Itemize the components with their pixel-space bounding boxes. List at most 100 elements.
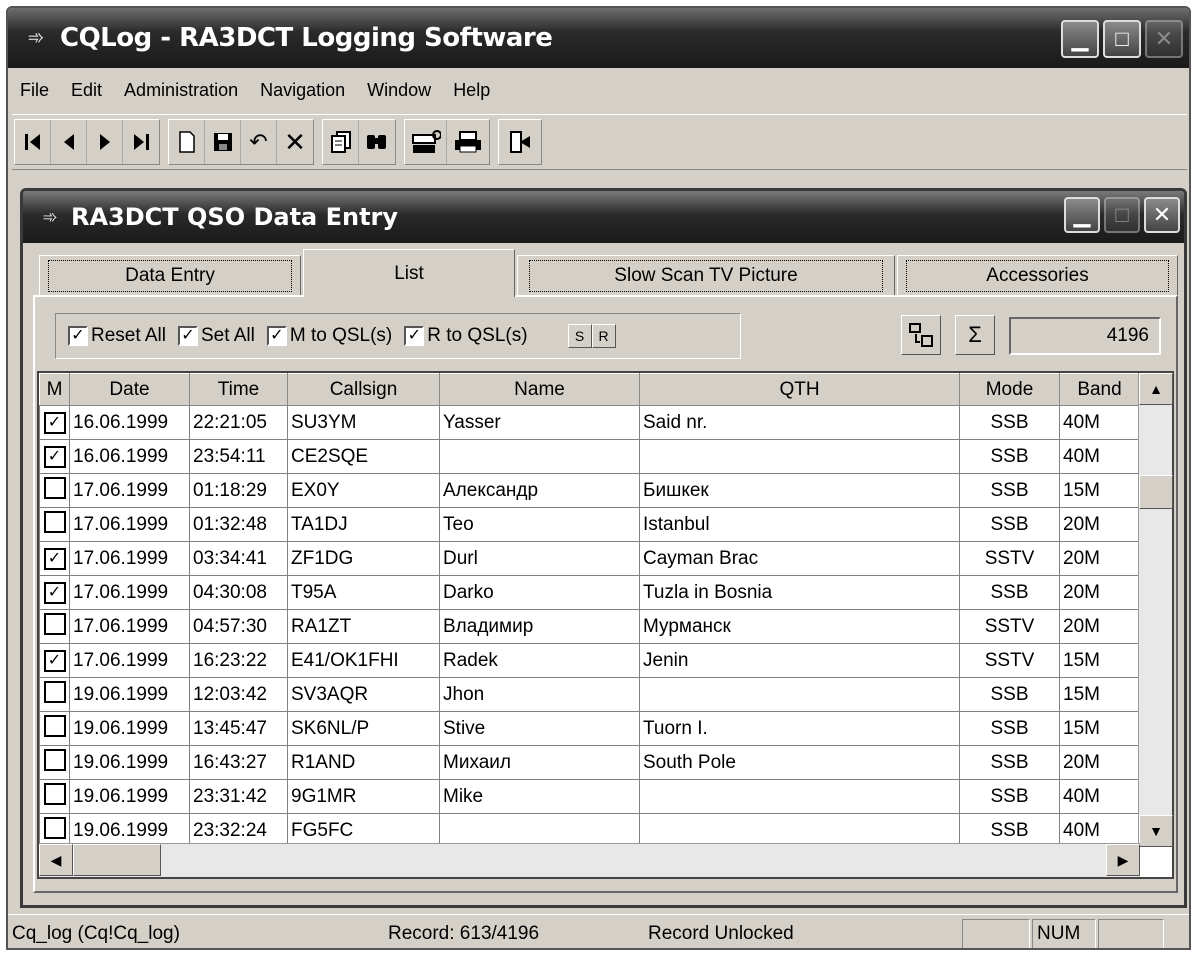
cell-qth[interactable]: Tuorn I. bbox=[639, 711, 960, 746]
r-to-qsl-checkbox[interactable]: ✓ R to QSL(s) bbox=[404, 325, 528, 347]
column-header[interactable]: Mode bbox=[959, 373, 1060, 406]
menu-help[interactable]: Help bbox=[442, 80, 501, 101]
cell-time[interactable]: 16:23:22 bbox=[189, 643, 288, 678]
table-row[interactable]: 19.06.1999 23:31:42 9G1MR Mike SSB 40M bbox=[39, 779, 1140, 814]
tab-list[interactable]: List bbox=[303, 249, 515, 297]
cell-band[interactable]: 20M bbox=[1059, 609, 1140, 644]
r-button[interactable]: R bbox=[591, 324, 616, 348]
cell-band[interactable]: 15M bbox=[1059, 473, 1140, 508]
cell-mode[interactable]: SSB bbox=[959, 507, 1060, 542]
cell-callsign[interactable]: CE2SQE bbox=[287, 439, 440, 474]
cell-band[interactable]: 15M bbox=[1059, 643, 1140, 678]
table-row[interactable]: 19.06.1999 12:03:42 SV3AQR Jhon SSB 15M bbox=[39, 677, 1140, 712]
scroll-right-icon[interactable]: ▶ bbox=[1106, 844, 1140, 876]
child-close-button[interactable]: ✕ bbox=[1144, 197, 1180, 233]
cell-qth[interactable] bbox=[639, 677, 960, 712]
next-record-icon[interactable] bbox=[87, 120, 123, 164]
tools-icon[interactable] bbox=[405, 120, 447, 164]
cell-time[interactable]: 01:32:48 bbox=[189, 507, 288, 542]
cell-band[interactable]: 20M bbox=[1059, 541, 1140, 576]
cell-name[interactable]: Jhon bbox=[439, 677, 640, 712]
cell-time[interactable]: 04:30:08 bbox=[189, 575, 288, 610]
tab-slow-scan-tv[interactable]: Slow Scan TV Picture bbox=[517, 255, 895, 295]
cell-date[interactable]: 17.06.1999 bbox=[69, 575, 190, 610]
cell-name[interactable]: Михаил bbox=[439, 745, 640, 780]
cell-name[interactable]: Durl bbox=[439, 541, 640, 576]
table-row[interactable]: ✓ 16.06.1999 23:54:11 CE2SQE SSB 40M bbox=[39, 439, 1140, 474]
set-all-checkbox[interactable]: ✓ Set All bbox=[177, 325, 255, 347]
cell-name[interactable]: Yasser bbox=[439, 405, 640, 440]
cell-name[interactable]: Teo bbox=[439, 507, 640, 542]
row-mark-checkbox[interactable] bbox=[39, 779, 70, 814]
cell-date[interactable]: 19.06.1999 bbox=[69, 745, 190, 780]
row-mark-checkbox[interactable] bbox=[39, 677, 70, 712]
cell-qth[interactable]: Cayman Brac bbox=[639, 541, 960, 576]
horizontal-scroll-thumb[interactable] bbox=[73, 844, 161, 876]
child-maximize-button[interactable]: □ bbox=[1104, 197, 1140, 233]
cell-date[interactable]: 19.06.1999 bbox=[69, 711, 190, 746]
tab-data-entry[interactable]: Data Entry bbox=[39, 255, 301, 295]
menu-navigation[interactable]: Navigation bbox=[249, 80, 356, 101]
row-mark-checkbox[interactable]: ✓ bbox=[39, 643, 70, 678]
cell-name[interactable]: Darko bbox=[439, 575, 640, 610]
row-mark-checkbox[interactable]: ✓ bbox=[39, 439, 70, 474]
minimize-button[interactable]: ▁ bbox=[1061, 20, 1099, 58]
cell-date[interactable]: 17.06.1999 bbox=[69, 643, 190, 678]
undo-icon[interactable]: ↶ bbox=[241, 120, 277, 164]
export-icon[interactable] bbox=[901, 315, 941, 355]
cell-band[interactable]: 40M bbox=[1059, 405, 1140, 440]
table-row[interactable]: ✓ 17.06.1999 04:30:08 T95A Darko Tuzla in Bos… bbox=[39, 575, 1140, 610]
cell-time[interactable]: 23:54:11 bbox=[189, 439, 288, 474]
reset-all-checkbox[interactable]: ✓ Reset All bbox=[68, 325, 166, 347]
table-row[interactable]: 17.06.1999 01:18:29 EX0Y Александр Бишкек SSB… bbox=[39, 473, 1140, 508]
cell-date[interactable]: 17.06.1999 bbox=[69, 609, 190, 644]
column-header[interactable]: M bbox=[39, 373, 70, 406]
cell-time[interactable]: 22:21:05 bbox=[189, 405, 288, 440]
cell-name[interactable]: Александр bbox=[439, 473, 640, 508]
menu-administration[interactable]: Administration bbox=[113, 80, 249, 101]
cell-date[interactable]: 17.06.1999 bbox=[69, 473, 190, 508]
menu-edit[interactable]: Edit bbox=[60, 80, 113, 101]
close-button[interactable]: ✕ bbox=[1145, 20, 1183, 58]
cell-mode[interactable]: SSB bbox=[959, 405, 1060, 440]
new-record-icon[interactable] bbox=[169, 120, 205, 164]
cell-band[interactable]: 20M bbox=[1059, 575, 1140, 610]
last-record-icon[interactable] bbox=[123, 120, 159, 164]
table-row[interactable]: 19.06.1999 16:43:27 R1AND Михаил South Pole S… bbox=[39, 745, 1140, 780]
cell-band[interactable]: 40M bbox=[1059, 439, 1140, 474]
cell-mode[interactable]: SSTV bbox=[959, 541, 1060, 576]
cell-date[interactable]: 17.06.1999 bbox=[69, 541, 190, 576]
cell-callsign[interactable]: RA1ZT bbox=[287, 609, 440, 644]
column-header[interactable]: Name bbox=[439, 373, 640, 406]
cell-time[interactable]: 12:03:42 bbox=[189, 677, 288, 712]
cell-qth[interactable]: Said nr. bbox=[639, 405, 960, 440]
cell-mode[interactable]: SSTV bbox=[959, 643, 1060, 678]
cell-callsign[interactable]: E41/OK1FHI bbox=[287, 643, 440, 678]
menu-file[interactable]: File bbox=[8, 80, 60, 101]
cell-band[interactable]: 15M bbox=[1059, 677, 1140, 712]
cell-name[interactable] bbox=[439, 439, 640, 474]
cell-date[interactable]: 16.06.1999 bbox=[69, 405, 190, 440]
cell-qth[interactable]: Istanbul bbox=[639, 507, 960, 542]
cell-callsign[interactable]: 9G1MR bbox=[287, 779, 440, 814]
scroll-left-icon[interactable]: ◀ bbox=[39, 844, 73, 876]
delete-icon[interactable]: ✕ bbox=[277, 120, 313, 164]
cell-date[interactable]: 19.06.1999 bbox=[69, 677, 190, 712]
horizontal-scrollbar[interactable]: ◀ ▶ bbox=[39, 843, 1140, 877]
column-header[interactable]: Callsign bbox=[287, 373, 440, 406]
cell-name[interactable]: Mike bbox=[439, 779, 640, 814]
save-icon[interactable] bbox=[205, 120, 241, 164]
cell-name[interactable]: Stive bbox=[439, 711, 640, 746]
cell-date[interactable]: 17.06.1999 bbox=[69, 507, 190, 542]
cell-callsign[interactable]: SV3AQR bbox=[287, 677, 440, 712]
row-mark-checkbox[interactable] bbox=[39, 745, 70, 780]
cell-qth[interactable]: Бишкек bbox=[639, 473, 960, 508]
cell-callsign[interactable]: SU3YM bbox=[287, 405, 440, 440]
cell-qth[interactable]: South Pole bbox=[639, 745, 960, 780]
cell-mode[interactable]: SSTV bbox=[959, 609, 1060, 644]
cell-date[interactable]: 19.06.1999 bbox=[69, 779, 190, 814]
cell-callsign[interactable]: SK6NL/P bbox=[287, 711, 440, 746]
column-header[interactable]: Date bbox=[69, 373, 190, 406]
row-mark-checkbox[interactable] bbox=[39, 711, 70, 746]
table-row[interactable]: 17.06.1999 01:32:48 TA1DJ Teo Istanbul SSB 20M bbox=[39, 507, 1140, 542]
